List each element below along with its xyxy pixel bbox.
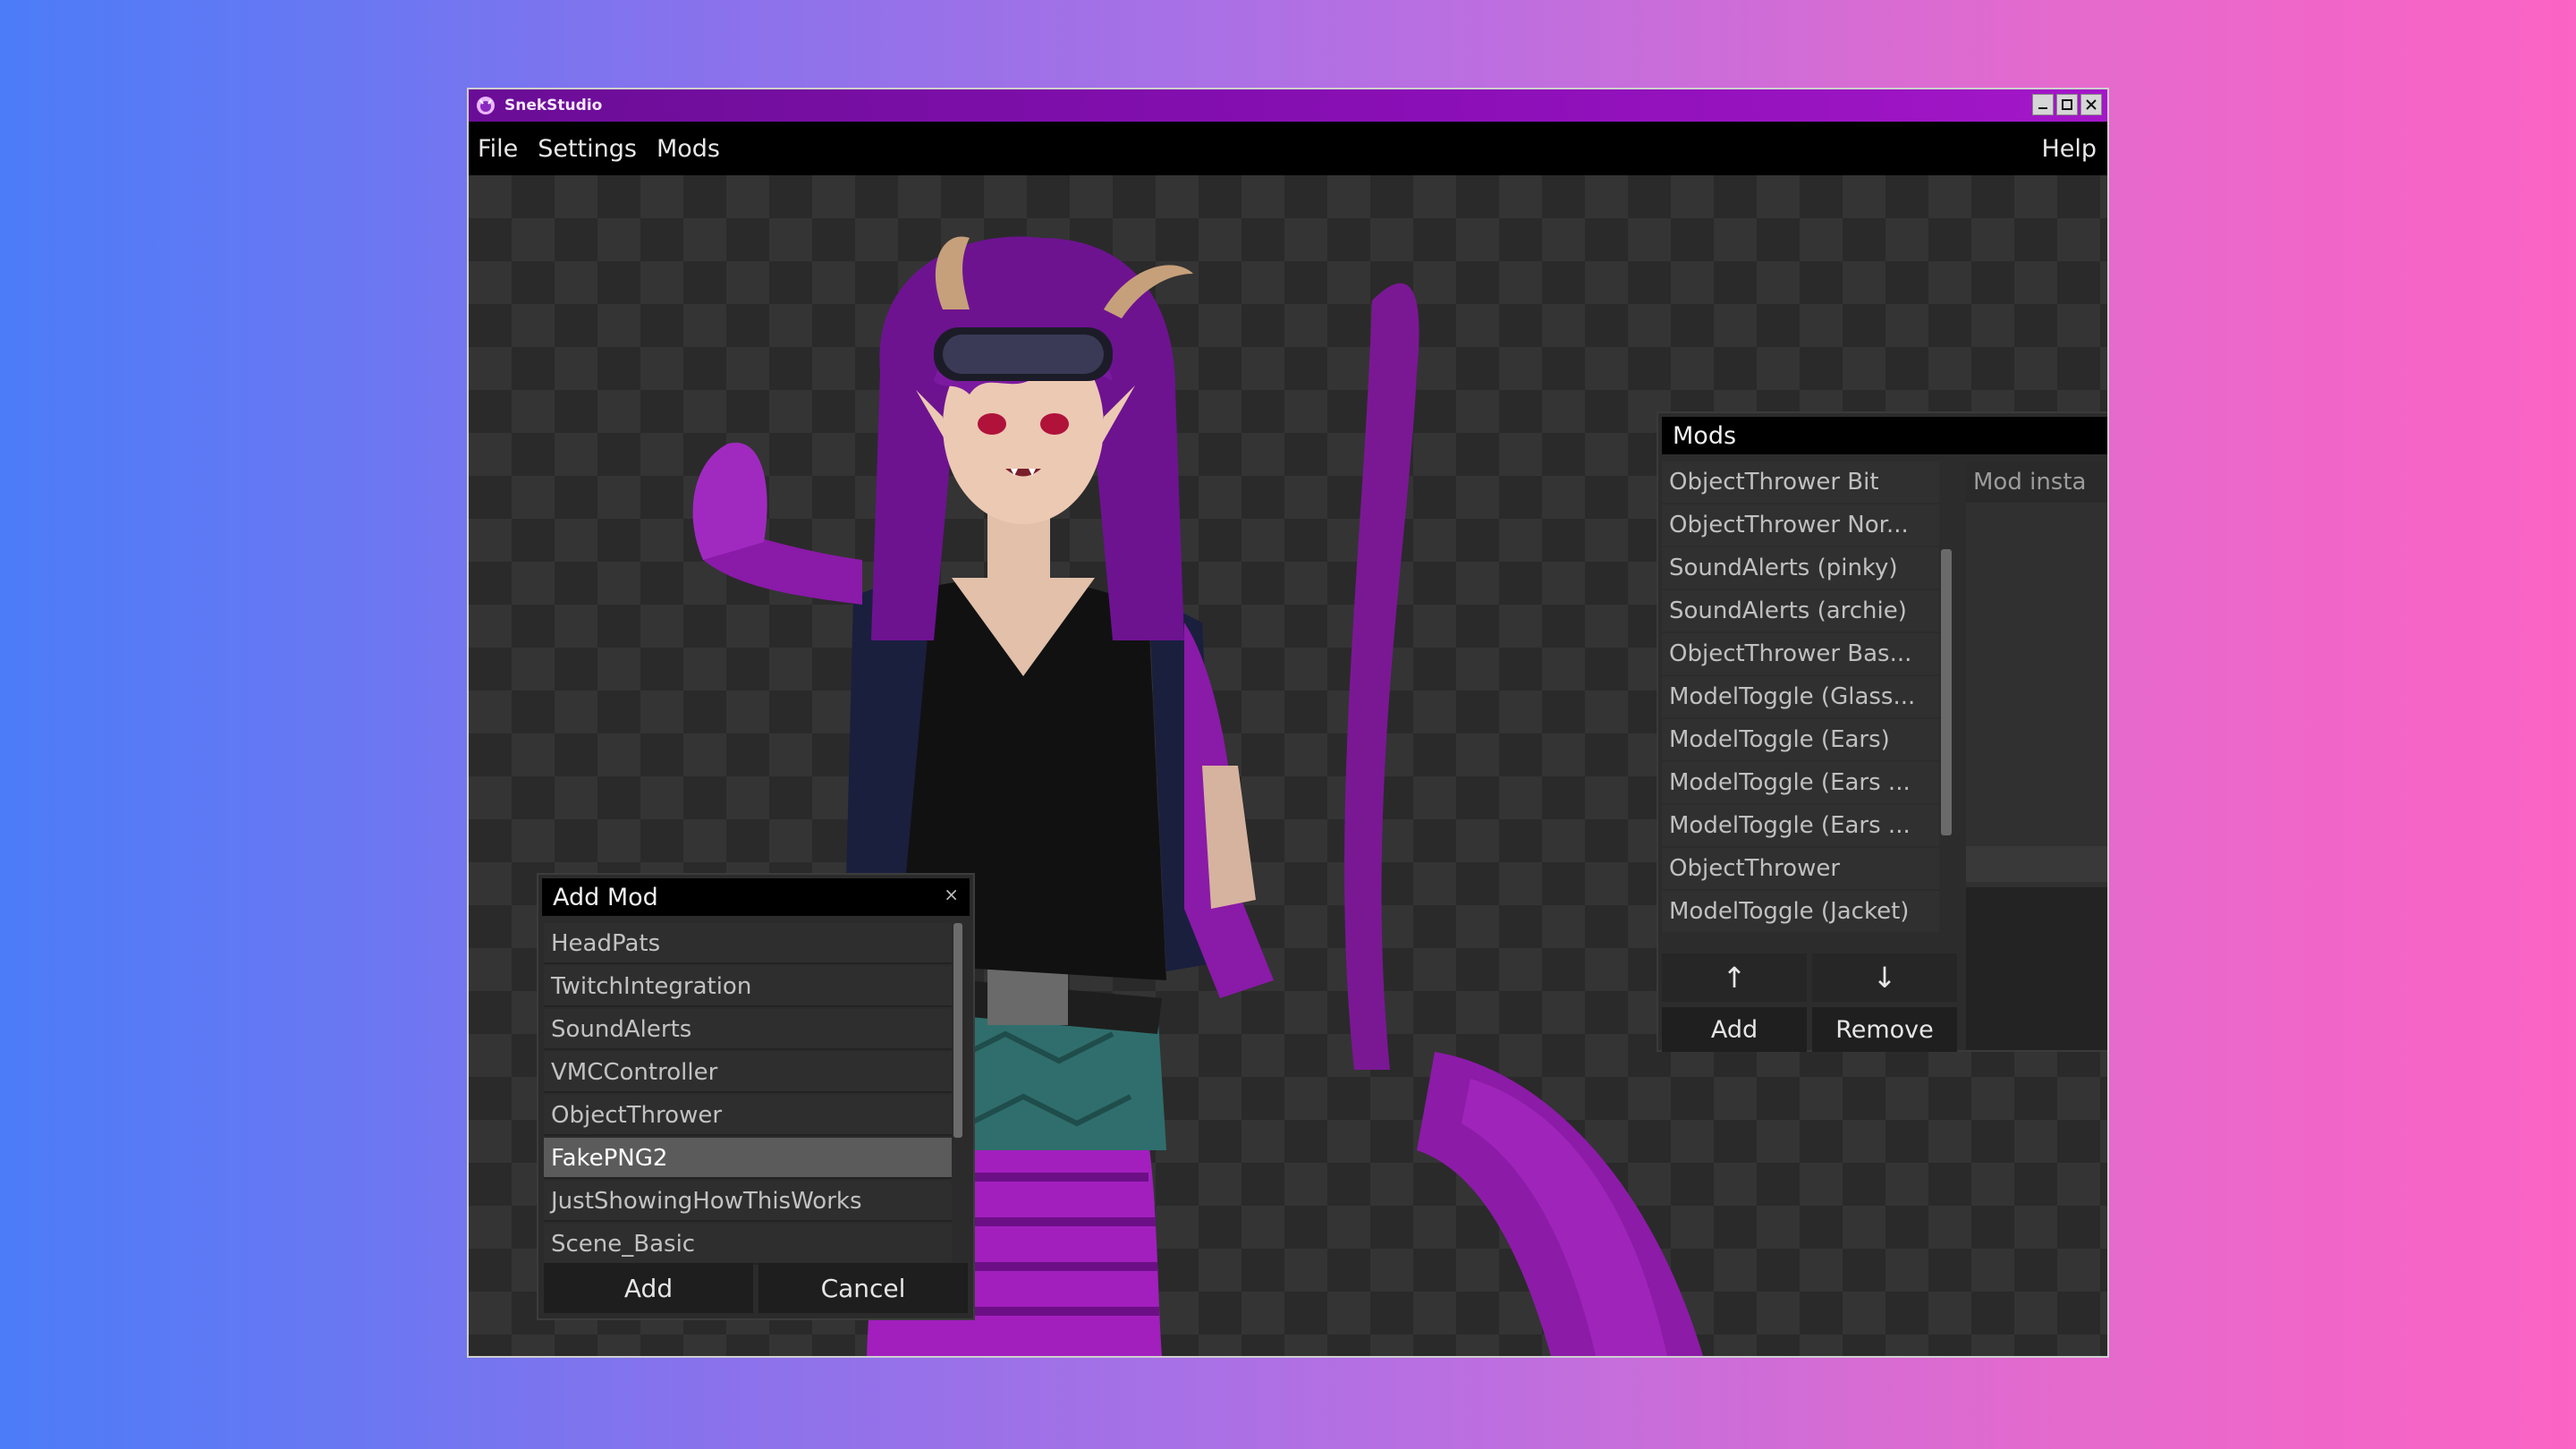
window-controls: [2032, 94, 2102, 115]
menu-mods[interactable]: Mods: [647, 135, 730, 163]
close-icon[interactable]: [2080, 94, 2102, 115]
list-item[interactable]: ModelToggle (Glass...: [1662, 676, 1939, 717]
list-item[interactable]: JustShowingHowThisWorks: [544, 1181, 952, 1222]
settings-content: [1966, 887, 2107, 1050]
snek-app-icon: [477, 97, 495, 114]
settings-divider: [1966, 846, 2107, 882]
list-item[interactable]: Scene_Basic: [544, 1224, 952, 1265]
menu-bar: File Settings Mods Help: [469, 122, 2107, 175]
mods-action-buttons: Add Remove: [1662, 1007, 1957, 1052]
remove-mod-button[interactable]: Remove: [1812, 1007, 1957, 1052]
maximize-icon[interactable]: [2056, 94, 2078, 115]
list-item[interactable]: ModelToggle (Ears ...: [1662, 762, 1939, 803]
avatar-viewport[interactable]: Add Mod × HeadPats TwitchIntegration Sou…: [469, 175, 2107, 1356]
list-item[interactable]: ObjectThrower: [1662, 848, 1939, 889]
mod-list-scrollbar[interactable]: [953, 923, 962, 1138]
dialog-button-row: Add Cancel: [544, 1263, 968, 1313]
list-item[interactable]: ModelToggle (Ears): [1662, 719, 1939, 760]
title-bar[interactable]: SnekStudio: [469, 89, 2107, 122]
minimize-icon[interactable]: [2032, 94, 2054, 115]
instances-scrollbar[interactable]: [1941, 549, 1952, 835]
list-item[interactable]: ObjectThrower Bit: [1662, 462, 1939, 503]
move-down-button[interactable]: ↓: [1812, 953, 1957, 1002]
list-item[interactable]: HeadPats: [544, 923, 952, 964]
window-title: SnekStudio: [504, 97, 603, 114]
add-mod-dialog: Add Mod × HeadPats TwitchIntegration Sou…: [537, 873, 975, 1320]
list-item[interactable]: ObjectThrower: [544, 1095, 952, 1136]
menu-file[interactable]: File: [469, 135, 528, 163]
mods-panel-title[interactable]: Mods: [1662, 417, 2107, 454]
list-item-selected[interactable]: FakePNG2: [544, 1138, 952, 1179]
add-mod-dialog-title[interactable]: Add Mod ×: [542, 878, 970, 916]
app-window: SnekStudio File Settings Mods Help Add M…: [467, 88, 2109, 1358]
add-mod-confirm-button[interactable]: Add: [544, 1263, 753, 1313]
list-item[interactable]: VMCController: [544, 1052, 952, 1093]
dialog-close-icon[interactable]: ×: [944, 884, 959, 905]
reorder-buttons: ↑ ↓: [1662, 953, 1957, 1002]
available-mods-list: HeadPats TwitchIntegration SoundAlerts V…: [544, 923, 964, 1265]
move-up-button[interactable]: ↑: [1662, 953, 1807, 1002]
list-item[interactable]: SoundAlerts: [544, 1009, 952, 1050]
menu-settings[interactable]: Settings: [528, 135, 647, 163]
menu-help[interactable]: Help: [2031, 135, 2107, 163]
list-item[interactable]: ModelToggle (Ears ...: [1662, 805, 1939, 846]
list-item[interactable]: ObjectThrower Nor...: [1662, 504, 1939, 546]
mods-panel: Mods ObjectThrower Bit ObjectThrower Nor…: [1657, 411, 2107, 1052]
cancel-button[interactable]: Cancel: [758, 1263, 968, 1313]
list-item[interactable]: TwitchIntegration: [544, 966, 952, 1007]
list-item[interactable]: SoundAlerts (archie): [1662, 590, 1939, 631]
list-item[interactable]: ModelToggle (Jacket): [1662, 891, 1939, 932]
list-item[interactable]: SoundAlerts (pinky): [1662, 547, 1939, 589]
mod-instances-list: ObjectThrower Bit ObjectThrower Nor... S…: [1662, 462, 1957, 943]
mod-instance-settings: Mod insta: [1966, 462, 2107, 1050]
add-mod-button[interactable]: Add: [1662, 1007, 1807, 1052]
add-mod-dialog-heading: Add Mod: [553, 883, 658, 911]
list-item[interactable]: ObjectThrower Bas...: [1662, 633, 1939, 674]
mod-instance-settings-header: Mod insta: [1966, 462, 2107, 503]
